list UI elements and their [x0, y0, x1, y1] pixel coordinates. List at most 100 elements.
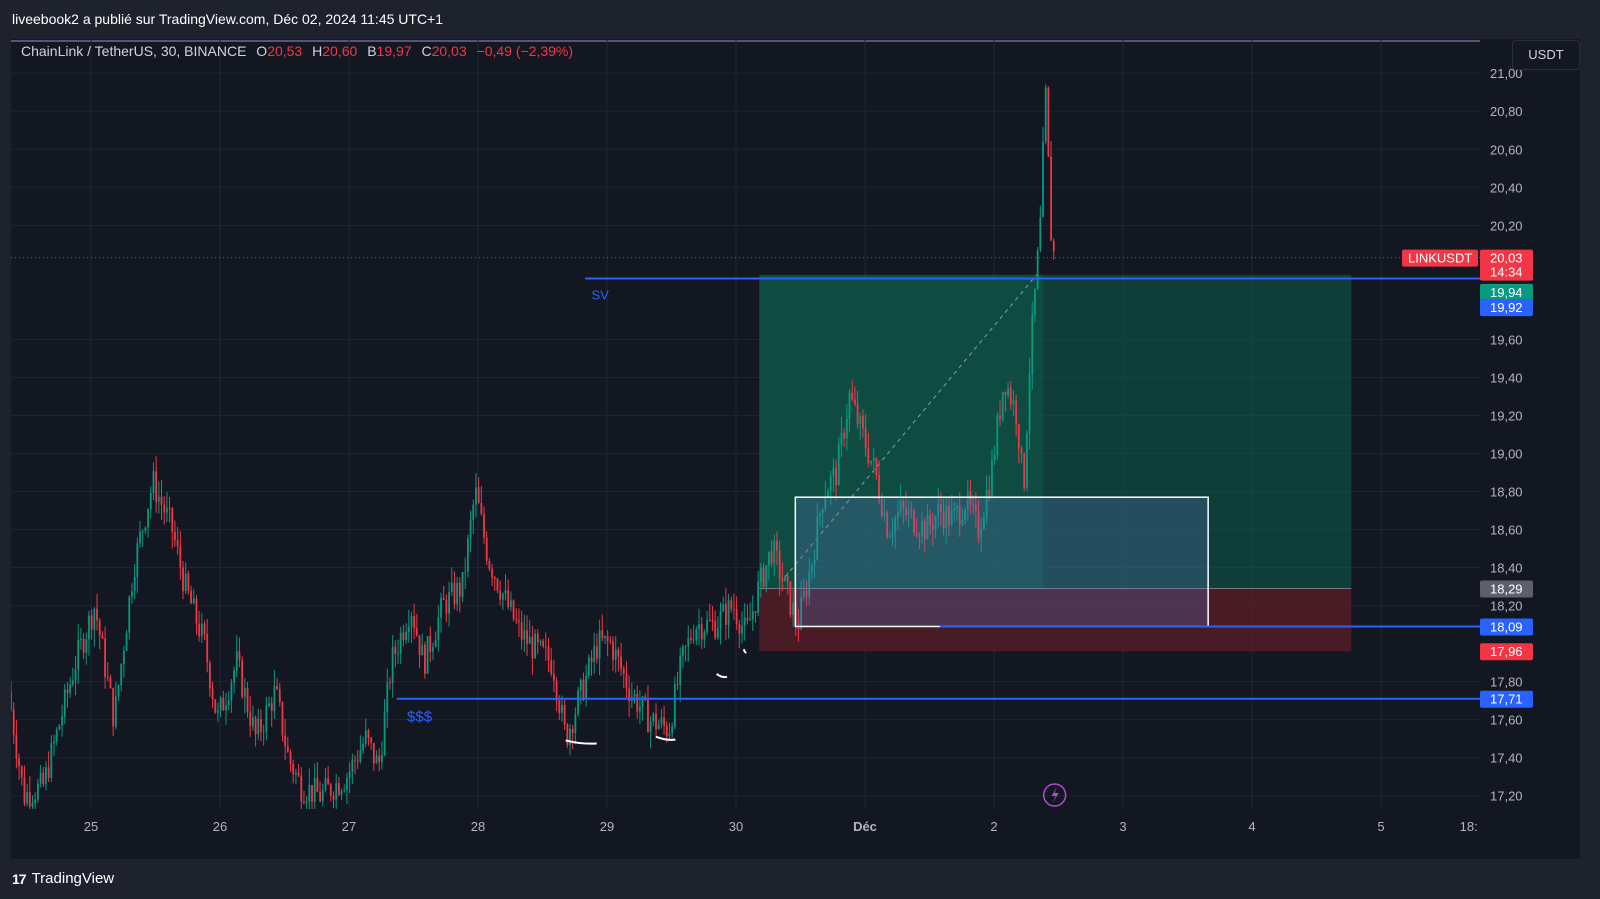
candle-body [394, 646, 397, 654]
candle-body [176, 540, 179, 547]
candle-body [770, 551, 773, 564]
candle-body [308, 785, 311, 802]
candle-body [456, 582, 459, 605]
price-tick: 20,80 [1490, 104, 1523, 119]
candle-body [88, 615, 90, 640]
candle-body [399, 632, 402, 654]
candle-body [278, 688, 281, 703]
candle-body [31, 802, 34, 807]
candle-body [410, 616, 413, 627]
candle-body [574, 714, 577, 733]
candle-body [480, 503, 483, 514]
price-tick: 20,60 [1490, 142, 1523, 157]
range-rectangle [794, 496, 1209, 628]
candle-body [265, 705, 268, 732]
candle-body [867, 448, 870, 464]
candle-body [531, 636, 534, 659]
candle-body [996, 415, 999, 456]
candle-body [856, 404, 859, 425]
candle-body [700, 624, 703, 640]
candle-body [82, 638, 85, 653]
candle-body [324, 778, 327, 791]
candle-body [39, 772, 42, 784]
candle-body [716, 628, 719, 638]
candle-body [262, 731, 265, 733]
candle-body [835, 467, 837, 486]
candle-body [389, 682, 391, 684]
candle-body [633, 693, 636, 697]
candle-body [789, 581, 792, 615]
candle-body [125, 632, 128, 651]
candle-body [587, 657, 590, 676]
candle-body [708, 619, 711, 621]
chart-pane[interactable]: SV $$$ 21,00 20,80 20,60 20,40 20,20 19,60 19,4… [11, 39, 1580, 859]
candle-body [294, 772, 297, 775]
candle-body [534, 633, 536, 659]
candle-body [442, 597, 445, 600]
candle-body [792, 602, 794, 615]
candle-body [364, 730, 367, 744]
candle-body [719, 610, 722, 629]
candle-body [359, 750, 362, 762]
legend-symbol: ChainLink / TetherUS, 30, BINANCE [21, 43, 247, 59]
price-tick: 17,60 [1490, 713, 1523, 728]
candle-body [507, 590, 510, 607]
candle-body [733, 608, 735, 610]
candle-body [61, 716, 63, 726]
candle-body [692, 639, 695, 641]
candle-body [590, 657, 593, 662]
candle-body [491, 568, 493, 578]
tradingview-logo[interactable]: 17 TradingView [12, 870, 114, 887]
currency-button[interactable]: USDT [1512, 40, 1580, 70]
candle-body [203, 623, 206, 635]
candle-body [149, 492, 152, 509]
price-label-text: 17,71 [1490, 692, 1523, 707]
candle-body [122, 650, 125, 665]
candle-body [112, 688, 115, 727]
candle-body [585, 675, 588, 700]
candle-body [622, 668, 625, 674]
candle-body [832, 467, 835, 476]
candle-body [386, 682, 389, 713]
candle-body [606, 635, 609, 642]
price-tick: 19,00 [1490, 446, 1523, 461]
legend-open-key: O [256, 43, 268, 59]
candle-body [741, 625, 743, 634]
candle-body [461, 572, 464, 597]
candle-body [217, 710, 219, 713]
candle-body [98, 620, 101, 636]
candle-body [604, 635, 606, 639]
candle-body [746, 617, 749, 621]
price-label-text: 17,96 [1490, 644, 1523, 659]
candle-body [999, 415, 1001, 419]
candle-body [53, 741, 55, 744]
candle-body [128, 596, 131, 633]
candle-body [182, 567, 184, 592]
candle-body [561, 704, 563, 713]
candle-body [496, 579, 499, 591]
candle-body [485, 537, 488, 561]
candle-body [620, 656, 622, 669]
candle-body [714, 620, 717, 638]
price-chart[interactable]: SV$$$ 21,0020,8020,6020,4020,2019,6019,4… [11, 39, 1580, 859]
candle-body [493, 577, 496, 580]
candle-body [864, 428, 867, 449]
candle-body [12, 709, 15, 736]
candle-body [421, 644, 424, 656]
price-label-text: 19,94 [1490, 285, 1523, 300]
candle-body [1004, 391, 1007, 395]
legend-close: 20,03 [431, 43, 467, 59]
candle-body [1050, 156, 1052, 241]
candle-body [163, 504, 166, 513]
candle-body [415, 628, 418, 636]
candle-body [356, 760, 359, 762]
candle-body [316, 777, 319, 793]
candle-body [63, 689, 66, 717]
price-label-text: 19,92 [1490, 300, 1523, 315]
candle-body [1036, 250, 1039, 289]
candle-body [260, 719, 262, 732]
price-tick: 20,20 [1490, 218, 1523, 233]
candle-body [577, 690, 579, 715]
candle-body [378, 755, 381, 763]
price-tick: 17,40 [1490, 751, 1523, 766]
